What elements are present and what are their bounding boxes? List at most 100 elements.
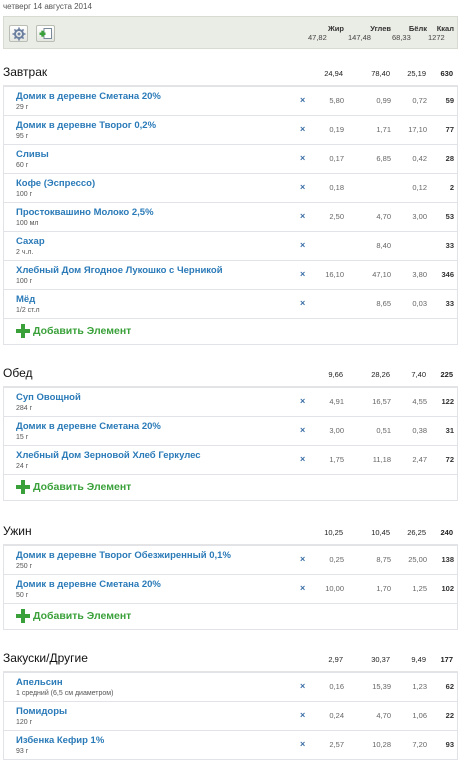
food-portion: 100 г [16,278,33,285]
meal-total-kcal: 240 [440,528,453,537]
food-kcal: 72 [445,455,454,464]
delete-icon[interactable]: × [300,153,305,163]
food-fat: 0,16 [329,682,344,691]
meal-header: Закуски/Другие 2,97 30,37 9,49 177 [3,646,458,672]
food-name-link[interactable]: Избенка Кефир 1% [16,735,104,746]
delete-icon[interactable]: × [300,454,305,464]
add-page-icon [39,28,52,39]
food-name-link[interactable]: Сахар [16,236,45,247]
food-protein: 0,42 [412,154,427,163]
food-carb: 16,57 [372,397,391,406]
food-carb: 1,71 [376,125,391,134]
food-row: Мёд 1/2 ст.л × 8,65 0,03 33 [4,289,457,318]
food-kcal: 102 [441,584,454,593]
food-kcal: 53 [445,212,454,221]
food-name-link[interactable]: Мёд [16,294,35,305]
food-carb: 11,18 [372,455,391,464]
meal-header: Ужин 10,25 10,45 26,25 240 [3,519,458,545]
food-row: Домик в деревне Творог Обезжиренный 0,1%… [4,545,457,574]
food-portion: 50 г [16,592,29,599]
food-carb: 10,28 [372,740,391,749]
food-row: Простоквашино Молоко 2,5% 100 мл × 2,50 … [4,202,457,231]
food-name-link[interactable]: Домик в деревне Творог Обезжиренный 0,1% [16,550,231,561]
settings-button[interactable] [9,25,28,42]
delete-icon[interactable]: × [300,211,305,221]
delete-icon[interactable]: × [300,298,305,308]
food-portion: 60 г [16,162,29,169]
meal-total-protein: 7,40 [411,370,426,379]
food-carb: 6,85 [376,154,391,163]
column-protein: Бёлк 68,33 [392,23,427,42]
column-kcal: Ккал 1272 [428,23,454,42]
meal-title: Ужин [3,524,32,538]
food-kcal: 138 [441,555,454,564]
food-name-link[interactable]: Кофе (Эспрессо) [16,178,95,189]
food-protein: 7,20 [412,740,427,749]
meal-total-fat: 2,97 [328,655,343,664]
meal-total-carb: 30,37 [371,655,390,664]
delete-icon[interactable]: × [300,425,305,435]
food-kcal: 33 [445,241,454,250]
delete-icon[interactable]: × [300,739,305,749]
delete-icon[interactable]: × [300,240,305,250]
delete-icon[interactable]: × [300,269,305,279]
delete-icon[interactable]: × [300,124,305,134]
meal-snacks: Закуски/Другие 2,97 30,37 9,49 177 Апель… [3,646,458,760]
food-name-link[interactable]: Хлебный Дом Ягодное Лукошко с Черникой [16,265,223,276]
food-carb: 0,51 [376,426,391,435]
food-name-link[interactable]: Помидоры [16,706,67,717]
food-protein: 0,38 [412,426,427,435]
food-fat: 2,50 [329,212,344,221]
food-portion: 1 средний (6,5 см диаметром) [16,690,114,697]
meal-total-fat: 9,66 [328,370,343,379]
food-portion: 1/2 ст.л [16,307,40,314]
food-name-link[interactable]: Домик в деревне Сметана 20% [16,421,161,432]
food-portion: 284 г [16,405,33,412]
food-carb: 8,75 [376,555,391,564]
food-name-link[interactable]: Домик в деревне Сметана 20% [16,91,161,102]
food-fat: 10,00 [325,584,344,593]
delete-icon[interactable]: × [300,681,305,691]
delete-icon[interactable]: × [300,710,305,720]
food-kcal: 31 [445,426,454,435]
plus-icon [16,480,30,494]
delete-icon[interactable]: × [300,583,305,593]
add-item-button[interactable]: Добавить Элемент [4,474,457,500]
food-carb: 15,39 [372,682,391,691]
food-list: Домик в деревне Сметана 20% 29 г × 5,80 … [3,86,458,345]
food-list: Суп Овощной 284 г × 4,91 16,57 4,55 122 … [3,387,458,501]
meal-total-kcal: 225 [440,370,453,379]
food-row: Хлебный Дом Ягодное Лукошко с Черникой 1… [4,260,457,289]
food-row: Домик в деревне Творог 0,2% 95 г × 0,19 … [4,115,457,144]
food-portion: 24 г [16,463,29,470]
delete-icon[interactable]: × [300,554,305,564]
add-item-label: Добавить Элемент [33,325,132,337]
meal-total-carb: 10,45 [371,528,390,537]
food-protein: 2,47 [412,455,427,464]
plus-icon [16,324,30,338]
delete-icon[interactable]: × [300,396,305,406]
add-item-button[interactable]: Добавить Элемент [4,318,457,344]
add-item-button[interactable]: Добавить Элемент [4,603,457,629]
food-name-link[interactable]: Сливы [16,149,49,160]
food-kcal: 22 [445,711,454,720]
meal-total-protein: 26,25 [407,528,426,537]
food-name-link[interactable]: Хлебный Дом Зерновой Хлеб Геркулес [16,450,201,461]
food-name-link[interactable]: Простоквашино Молоко 2,5% [16,207,154,218]
food-kcal: 62 [445,682,454,691]
column-protein-total: 68,33 [392,33,411,42]
add-entry-button[interactable] [36,25,55,42]
food-kcal: 28 [445,154,454,163]
food-portion: 100 мл [16,220,39,227]
food-row: Сливы 60 г × 0,17 6,85 0,42 28 [4,144,457,173]
food-name-link[interactable]: Апельсин [16,677,63,688]
meal-total-protein: 9,49 [411,655,426,664]
delete-icon[interactable]: × [300,95,305,105]
food-name-link[interactable]: Домик в деревне Творог 0,2% [16,120,156,131]
meal-dinner: Ужин 10,25 10,45 26,25 240 Домик в дерев… [3,519,458,630]
food-name-link[interactable]: Суп Овощной [16,392,81,403]
delete-icon[interactable]: × [300,182,305,192]
food-fat: 5,80 [329,96,344,105]
food-name-link[interactable]: Домик в деревне Сметана 20% [16,579,161,590]
food-carb: 1,70 [376,584,391,593]
